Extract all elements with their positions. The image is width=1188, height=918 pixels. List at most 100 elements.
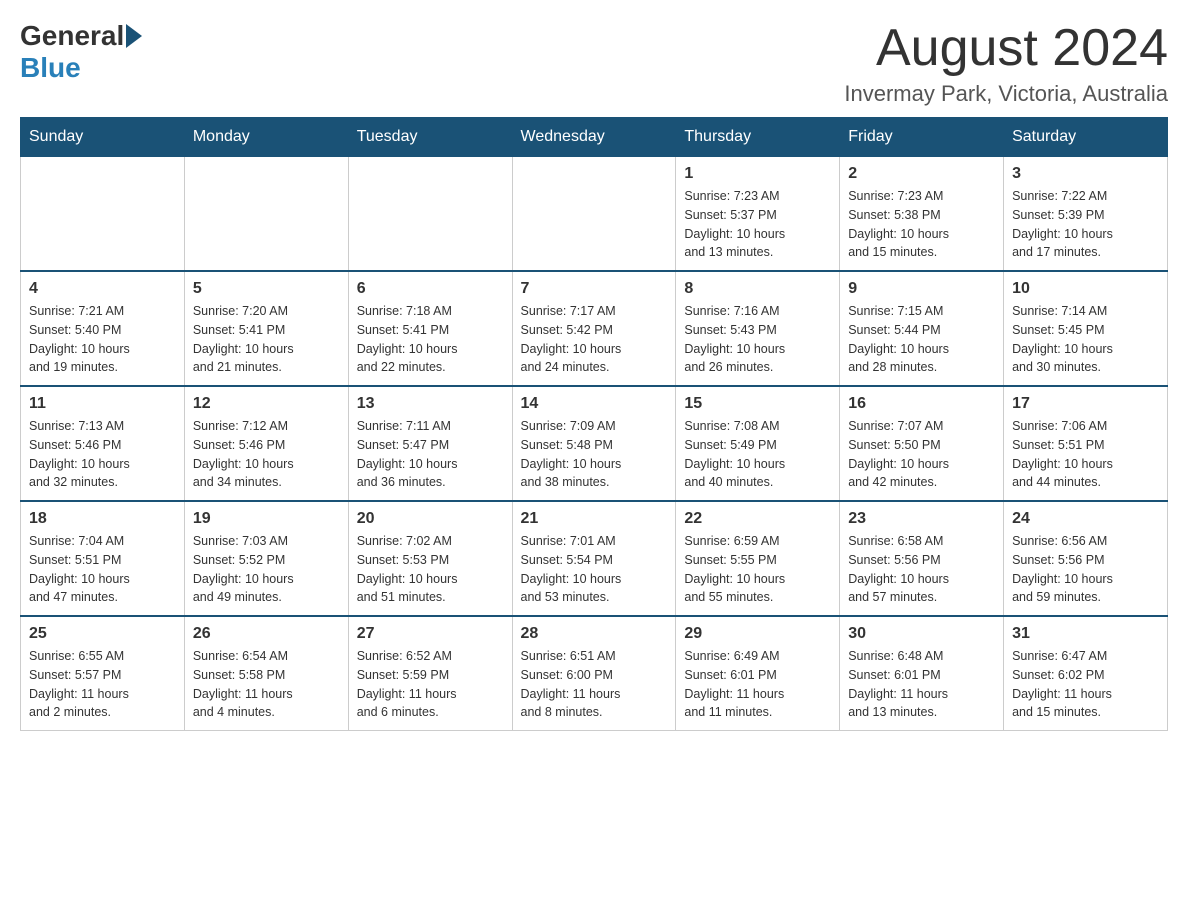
calendar-cell: 8 Sunrise: 7:16 AM Sunset: 5:43 PM Daylig…	[676, 271, 840, 386]
calendar-week-row-1: 1 Sunrise: 7:23 AM Sunset: 5:37 PM Daylig…	[21, 157, 1168, 272]
calendar-cell: 14 Sunrise: 7:09 AM Sunset: 5:48 PM Dayli…	[512, 386, 676, 501]
calendar-cell: 2 Sunrise: 7:23 AM Sunset: 5:38 PM Daylig…	[840, 157, 1004, 272]
title-section: August 2024 Invermay Park, Victoria, Aus…	[844, 20, 1168, 107]
day-number: 30	[848, 625, 995, 643]
day-info: Sunrise: 7:18 AM Sunset: 5:41 PM Dayligh…	[357, 302, 504, 377]
day-info: Sunrise: 7:04 AM Sunset: 5:51 PM Dayligh…	[29, 532, 176, 607]
calendar-cell: 30 Sunrise: 6:48 AM Sunset: 6:01 PM Dayli…	[840, 616, 1004, 731]
day-number: 31	[1012, 625, 1159, 643]
calendar-cell: 25 Sunrise: 6:55 AM Sunset: 5:57 PM Dayli…	[21, 616, 185, 731]
day-info: Sunrise: 6:54 AM Sunset: 5:58 PM Dayligh…	[193, 647, 340, 722]
month-title: August 2024	[844, 20, 1168, 77]
day-number: 15	[684, 395, 831, 413]
calendar-header-friday: Friday	[840, 118, 1004, 157]
calendar-week-row-5: 25 Sunrise: 6:55 AM Sunset: 5:57 PM Dayli…	[21, 616, 1168, 731]
day-number: 28	[521, 625, 668, 643]
day-number: 17	[1012, 395, 1159, 413]
calendar-cell: 10 Sunrise: 7:14 AM Sunset: 5:45 PM Dayli…	[1004, 271, 1168, 386]
day-number: 23	[848, 510, 995, 528]
day-info: Sunrise: 7:11 AM Sunset: 5:47 PM Dayligh…	[357, 417, 504, 492]
day-info: Sunrise: 7:15 AM Sunset: 5:44 PM Dayligh…	[848, 302, 995, 377]
calendar-cell: 21Sunrise: 7:01 AM Sunset: 5:54 PM Dayli…	[512, 501, 676, 616]
logo-arrow-icon	[126, 24, 142, 48]
location-subtitle: Invermay Park, Victoria, Australia	[844, 81, 1168, 107]
day-number: 14	[521, 395, 668, 413]
day-info: Sunrise: 6:51 AM Sunset: 6:00 PM Dayligh…	[521, 647, 668, 722]
day-number: 20	[357, 510, 504, 528]
day-number: 1	[684, 165, 831, 183]
calendar-cell: 4 Sunrise: 7:21 AM Sunset: 5:40 PM Daylig…	[21, 271, 185, 386]
day-info: Sunrise: 6:47 AM Sunset: 6:02 PM Dayligh…	[1012, 647, 1159, 722]
calendar-cell: 26 Sunrise: 6:54 AM Sunset: 5:58 PM Dayli…	[184, 616, 348, 731]
day-info: Sunrise: 7:23 AM Sunset: 5:38 PM Dayligh…	[848, 187, 995, 262]
day-number: 10	[1012, 280, 1159, 298]
day-number: 22	[684, 510, 831, 528]
calendar-cell: 1 Sunrise: 7:23 AM Sunset: 5:37 PM Daylig…	[676, 157, 840, 272]
calendar-week-row-2: 4 Sunrise: 7:21 AM Sunset: 5:40 PM Daylig…	[21, 271, 1168, 386]
day-info: Sunrise: 7:16 AM Sunset: 5:43 PM Dayligh…	[684, 302, 831, 377]
calendar-cell: 12Sunrise: 7:12 AM Sunset: 5:46 PM Dayli…	[184, 386, 348, 501]
calendar-cell: 31 Sunrise: 6:47 AM Sunset: 6:02 PM Dayli…	[1004, 616, 1168, 731]
calendar-cell: 20 Sunrise: 7:02 AM Sunset: 5:53 PM Dayli…	[348, 501, 512, 616]
calendar-week-row-4: 18Sunrise: 7:04 AM Sunset: 5:51 PM Dayli…	[21, 501, 1168, 616]
day-info: Sunrise: 6:55 AM Sunset: 5:57 PM Dayligh…	[29, 647, 176, 722]
day-number: 19	[193, 510, 340, 528]
calendar-cell: 28 Sunrise: 6:51 AM Sunset: 6:00 PM Dayli…	[512, 616, 676, 731]
day-number: 7	[521, 280, 668, 298]
day-number: 2	[848, 165, 995, 183]
day-info: Sunrise: 7:22 AM Sunset: 5:39 PM Dayligh…	[1012, 187, 1159, 262]
calendar-cell: 22 Sunrise: 6:59 AM Sunset: 5:55 PM Dayli…	[676, 501, 840, 616]
page-header: General Blue August 2024 Invermay Park, …	[20, 20, 1168, 107]
day-number: 16	[848, 395, 995, 413]
calendar-header-wednesday: Wednesday	[512, 118, 676, 157]
calendar-header-thursday: Thursday	[676, 118, 840, 157]
calendar-cell: 17Sunrise: 7:06 AM Sunset: 5:51 PM Dayli…	[1004, 386, 1168, 501]
logo: General Blue	[20, 20, 144, 84]
day-number: 3	[1012, 165, 1159, 183]
calendar-cell	[512, 157, 676, 272]
day-info: Sunrise: 7:20 AM Sunset: 5:41 PM Dayligh…	[193, 302, 340, 377]
calendar-cell: 3 Sunrise: 7:22 AM Sunset: 5:39 PM Daylig…	[1004, 157, 1168, 272]
calendar-header-tuesday: Tuesday	[348, 118, 512, 157]
day-info: Sunrise: 7:09 AM Sunset: 5:48 PM Dayligh…	[521, 417, 668, 492]
logo-general-text: General	[20, 20, 124, 52]
day-number: 11	[29, 395, 176, 413]
day-number: 24	[1012, 510, 1159, 528]
calendar-cell: 5Sunrise: 7:20 AM Sunset: 5:41 PM Daylig…	[184, 271, 348, 386]
day-number: 8	[684, 280, 831, 298]
calendar-header-sunday: Sunday	[21, 118, 185, 157]
day-number: 27	[357, 625, 504, 643]
day-info: Sunrise: 7:02 AM Sunset: 5:53 PM Dayligh…	[357, 532, 504, 607]
day-number: 9	[848, 280, 995, 298]
calendar-cell: 9 Sunrise: 7:15 AM Sunset: 5:44 PM Daylig…	[840, 271, 1004, 386]
day-info: Sunrise: 6:48 AM Sunset: 6:01 PM Dayligh…	[848, 647, 995, 722]
day-number: 6	[357, 280, 504, 298]
calendar-cell: 7Sunrise: 7:17 AM Sunset: 5:42 PM Daylig…	[512, 271, 676, 386]
calendar-cell: 11Sunrise: 7:13 AM Sunset: 5:46 PM Dayli…	[21, 386, 185, 501]
calendar-cell: 19 Sunrise: 7:03 AM Sunset: 5:52 PM Dayli…	[184, 501, 348, 616]
calendar-cell	[184, 157, 348, 272]
calendar-week-row-3: 11Sunrise: 7:13 AM Sunset: 5:46 PM Dayli…	[21, 386, 1168, 501]
calendar-header-monday: Monday	[184, 118, 348, 157]
day-info: Sunrise: 7:03 AM Sunset: 5:52 PM Dayligh…	[193, 532, 340, 607]
calendar-cell	[348, 157, 512, 272]
day-info: Sunrise: 7:21 AM Sunset: 5:40 PM Dayligh…	[29, 302, 176, 377]
day-info: Sunrise: 7:23 AM Sunset: 5:37 PM Dayligh…	[684, 187, 831, 262]
day-info: Sunrise: 6:52 AM Sunset: 5:59 PM Dayligh…	[357, 647, 504, 722]
day-number: 26	[193, 625, 340, 643]
calendar-header-row: SundayMondayTuesdayWednesdayThursdayFrid…	[21, 118, 1168, 157]
day-number: 4	[29, 280, 176, 298]
day-number: 12	[193, 395, 340, 413]
day-number: 25	[29, 625, 176, 643]
calendar-cell: 23Sunrise: 6:58 AM Sunset: 5:56 PM Dayli…	[840, 501, 1004, 616]
calendar-cell: 24Sunrise: 6:56 AM Sunset: 5:56 PM Dayli…	[1004, 501, 1168, 616]
calendar-cell	[21, 157, 185, 272]
day-info: Sunrise: 7:14 AM Sunset: 5:45 PM Dayligh…	[1012, 302, 1159, 377]
day-info: Sunrise: 6:59 AM Sunset: 5:55 PM Dayligh…	[684, 532, 831, 607]
logo-blue-text: Blue	[20, 52, 81, 83]
calendar-cell: 6 Sunrise: 7:18 AM Sunset: 5:41 PM Daylig…	[348, 271, 512, 386]
day-number: 21	[521, 510, 668, 528]
calendar-cell: 16Sunrise: 7:07 AM Sunset: 5:50 PM Dayli…	[840, 386, 1004, 501]
calendar-cell: 13Sunrise: 7:11 AM Sunset: 5:47 PM Dayli…	[348, 386, 512, 501]
calendar-cell: 27 Sunrise: 6:52 AM Sunset: 5:59 PM Dayli…	[348, 616, 512, 731]
